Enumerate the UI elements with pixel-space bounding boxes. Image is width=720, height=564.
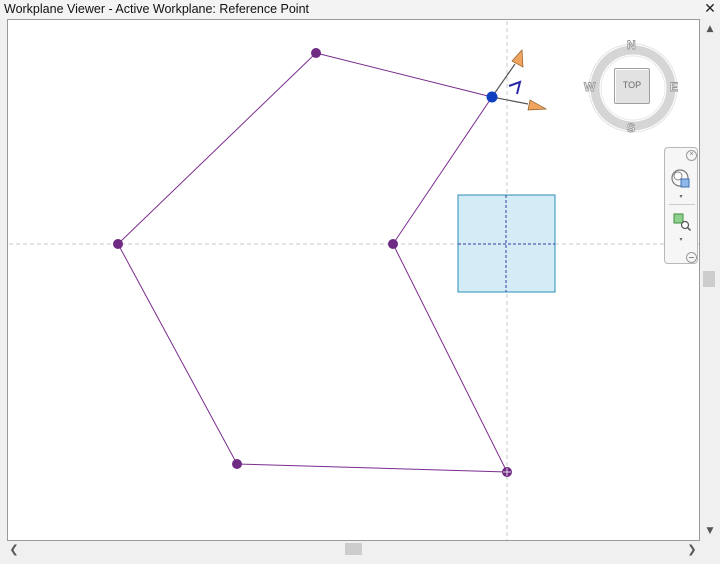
scroll-right-button[interactable]: ❯ <box>684 541 700 558</box>
gizmo-x-axis <box>491 96 529 105</box>
close-button[interactable]: ✕ <box>702 0 718 18</box>
compass-west-label[interactable]: W <box>584 80 596 95</box>
zoom-region-icon <box>673 213 692 232</box>
viewcube-face-label: TOP <box>622 80 642 90</box>
gizmo-y-axis <box>491 63 516 98</box>
scroll-left-button[interactable]: ❮ <box>6 541 22 558</box>
vertical-scrollbar[interactable]: ▲ ▼ <box>700 19 720 541</box>
steering-wheel-button[interactable] <box>667 165 695 191</box>
scroll-down-button[interactable]: ▼ <box>700 523 720 539</box>
profile-line[interactable] <box>236 463 508 473</box>
reference-point[interactable] <box>388 239 398 249</box>
compass-east-label[interactable]: E <box>670 80 679 95</box>
workplane-canvas[interactable] <box>7 19 700 541</box>
horizontal-scrollbar[interactable]: ❮ ❯ <box>0 541 700 558</box>
profile-line[interactable] <box>117 52 317 245</box>
gizmo-plane-icon[interactable] <box>508 80 522 95</box>
gizmo-y-arrow-icon[interactable] <box>511 49 524 68</box>
navigation-bar-divider <box>669 204 695 205</box>
reference-point[interactable] <box>232 459 242 469</box>
steering-wheel-icon <box>671 169 690 188</box>
horizontal-scroll-thumb[interactable] <box>345 543 362 555</box>
navigation-bar-minimize-button[interactable] <box>686 252 697 263</box>
navigation-bar[interactable]: × ▾ ▾ <box>664 147 698 264</box>
scroll-up-button[interactable]: ▲ <box>700 21 720 37</box>
move-gizmo[interactable] <box>491 49 548 111</box>
viewcube-top-face[interactable]: TOP <box>614 68 650 104</box>
vertical-scroll-thumb[interactable] <box>703 271 715 287</box>
profile-line[interactable] <box>117 243 238 465</box>
reference-point[interactable] <box>311 48 321 58</box>
compass-south-label[interactable]: S <box>627 121 636 136</box>
gizmo-x-arrow-icon[interactable] <box>527 99 548 111</box>
profile-line[interactable] <box>315 52 493 98</box>
drawing-area[interactable] <box>8 20 699 540</box>
title-bar: Workplane Viewer - Active Workplane: Ref… <box>0 0 720 19</box>
compass-north-label[interactable]: N <box>627 38 637 53</box>
reference-point[interactable] <box>113 239 123 249</box>
navigation-bar-close-button[interactable]: × <box>686 150 697 161</box>
zoom-region-button[interactable] <box>667 209 695 235</box>
zoom-dropdown-arrow[interactable]: ▾ <box>677 236 685 243</box>
window-title: Workplane Viewer - Active Workplane: Ref… <box>4 2 310 16</box>
selected-reference-point[interactable] <box>486 91 498 103</box>
steering-wheel-dropdown-arrow[interactable]: ▾ <box>677 193 685 200</box>
